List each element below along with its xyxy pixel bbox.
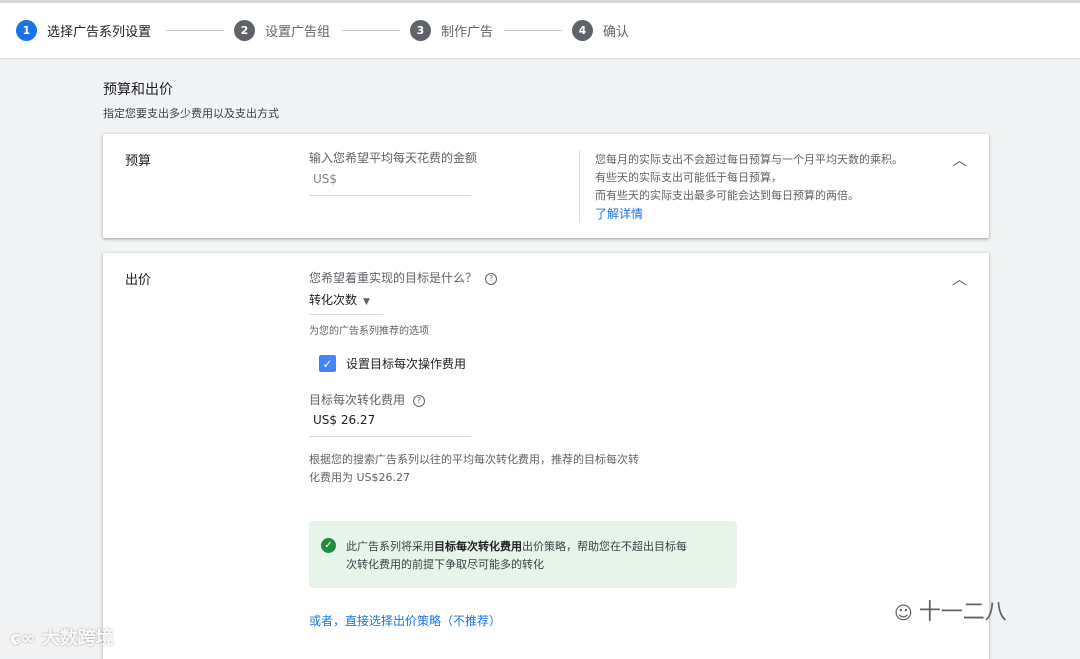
goal-dropdown[interactable]: 转化次数 ▼ bbox=[309, 291, 383, 315]
budget-info-line: 而有些天的实际支出最多可能会达到每日预算的两倍。 bbox=[595, 189, 859, 202]
step-1-label: 选择广告系列设置 bbox=[47, 24, 152, 40]
recommended-note: 为您的广告系列推荐的选项 bbox=[309, 326, 429, 337]
step-connector bbox=[166, 30, 224, 31]
budget-label: 预算 bbox=[125, 154, 152, 169]
step-1-number: 1 bbox=[16, 19, 37, 41]
section-subtitle: 指定您要支出多少费用以及支出方式 bbox=[103, 107, 279, 120]
step-3[interactable]: 3 制作广告 bbox=[410, 19, 493, 41]
target-cpa-value: US$ 26.27 bbox=[313, 413, 376, 427]
step-2[interactable]: 2 设置广告组 bbox=[234, 19, 330, 41]
step-connector bbox=[504, 30, 562, 31]
step-4-label: 确认 bbox=[603, 24, 630, 40]
success-check-icon: ✓ bbox=[321, 538, 336, 553]
target-cpa-checkbox-label: 设置目标每次操作费用 bbox=[346, 357, 467, 371]
collapse-chevron-icon[interactable]: ︿ bbox=[952, 149, 967, 170]
step-2-number: 2 bbox=[234, 19, 255, 41]
step-2-label: 设置广告组 bbox=[265, 24, 331, 40]
success-text-bold: 目标每次转化费用 bbox=[434, 540, 522, 553]
stepper: 1 选择广告系列设置 2 设置广告组 3 制作广告 4 确认 bbox=[0, 3, 1080, 59]
check-icon: ✓ bbox=[322, 356, 333, 371]
step-1[interactable]: 1 选择广告系列设置 bbox=[16, 19, 151, 41]
watermark-left-text: 大数跨境 bbox=[41, 628, 114, 649]
step-4[interactable]: 4 确认 bbox=[572, 19, 629, 41]
dropdown-caret-icon: ▼ bbox=[363, 297, 370, 307]
step-4-number: 4 bbox=[572, 19, 593, 41]
success-text-post: 出价策略，帮助您在不超出目标每 bbox=[522, 540, 687, 553]
bidding-card: 出价 您希望着重实现的目标是什么？? 转化次数 ▼ 为您的广告系列推荐的选项 ✓ … bbox=[103, 253, 989, 659]
budget-info-line: 有些天的实际支出可能低于每日预算， bbox=[595, 171, 782, 184]
goal-question: 您希望着重实现的目标是什么？? bbox=[309, 269, 498, 286]
budget-field-label: 输入您希望平均每天花费的金额 bbox=[309, 151, 478, 165]
budget-divider bbox=[579, 150, 580, 222]
step-3-label: 制作广告 bbox=[441, 24, 494, 40]
target-cpa-checkbox[interactable]: ✓ bbox=[319, 355, 336, 372]
budget-info-line: 您每月的实际支出不会超过每日预算与一个月平均天数的乘积。 bbox=[595, 153, 903, 166]
target-cpa-label: 目标每次转化费用? bbox=[309, 391, 426, 408]
success-line-2: 次转化费用的前提下争取尽可能多的转化 bbox=[346, 558, 544, 571]
choose-strategy-link[interactable]: 或者，直接选择出价策略（不推荐） bbox=[309, 612, 501, 629]
recommendation-line: 根据您的搜索广告系列以往的平均每次转化费用，推荐的目标每次转 bbox=[309, 453, 639, 466]
goal-dropdown-value: 转化次数 bbox=[309, 293, 358, 307]
budget-card: 预算 输入您希望平均每天花费的金额 US$ 您每月的实际支出不会超过每日预算与一… bbox=[103, 134, 989, 238]
watermark-right-text: 十一二八 bbox=[918, 600, 1007, 625]
wechat-icon: ☺ bbox=[894, 603, 913, 624]
learn-more-link[interactable]: 了解详情 bbox=[595, 205, 643, 222]
step-connector bbox=[342, 30, 400, 31]
success-text-pre: 此广告系列将采用 bbox=[346, 540, 434, 553]
collapse-chevron-icon[interactable]: ︿ bbox=[952, 268, 967, 289]
bidding-label: 出价 bbox=[125, 273, 152, 288]
watermark-left: ɕ∞ 大数跨境 bbox=[10, 624, 114, 650]
target-cpa-label-text: 目标每次转化费用 bbox=[309, 393, 406, 407]
recommendation-line: 化费用为 US$26.27 bbox=[309, 471, 411, 484]
strategy-success-box: ✓ 此广告系列将采用目标每次转化费用出价策略，帮助您在不超出目标每 次转化费用的… bbox=[309, 521, 737, 588]
success-line-1: 此广告系列将采用目标每次转化费用出价策略，帮助您在不超出目标每 bbox=[346, 538, 687, 554]
goal-question-text: 您希望着重实现的目标是什么？ bbox=[309, 271, 478, 285]
section-title: 预算和出价 bbox=[103, 82, 173, 98]
help-icon[interactable]: ? bbox=[413, 394, 426, 407]
budget-currency-placeholder: US$ bbox=[313, 172, 338, 186]
target-cpa-input[interactable]: US$ 26.27 bbox=[309, 413, 471, 437]
help-icon[interactable]: ? bbox=[485, 272, 498, 285]
logo-icon: ɕ∞ bbox=[10, 628, 36, 649]
budget-input[interactable]: US$ bbox=[309, 172, 471, 196]
watermark-right: ☺ 十一二八 bbox=[894, 594, 1007, 626]
step-3-number: 3 bbox=[410, 19, 431, 41]
